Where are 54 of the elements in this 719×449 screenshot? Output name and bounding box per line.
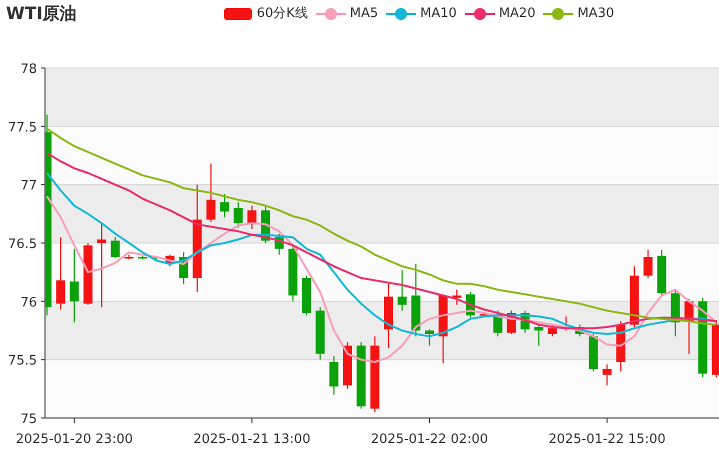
candlestick (356, 342, 366, 409)
candlestick (602, 364, 612, 386)
x-axis-label: 2025-01-21 13:00 (193, 432, 310, 447)
candlestick (124, 254, 134, 260)
candlestick (480, 313, 489, 316)
candlestick (274, 234, 284, 255)
candlestick (520, 310, 530, 333)
legend-candle-icon[interactable] (222, 7, 253, 21)
candlestick (179, 252, 188, 284)
legend-line-icon[interactable] (464, 7, 495, 21)
x-axis-label: 2025-01-22 15:00 (548, 432, 666, 447)
candlestick (138, 256, 148, 260)
candlestick (329, 356, 338, 395)
legend-label[interactable]: 60分K线 (256, 4, 308, 24)
candlestick (424, 329, 434, 346)
y-axis-label: 78 (20, 62, 37, 77)
candlestick (575, 324, 584, 336)
chart-title: WTI原油 (6, 6, 77, 22)
legend-line-icon[interactable] (543, 7, 574, 21)
candlestick (398, 270, 407, 311)
candlestick (220, 194, 230, 218)
legend-label[interactable]: MA10 (420, 4, 457, 24)
candlestick (438, 296, 448, 364)
candlestick (452, 290, 462, 305)
candlestick (644, 250, 653, 278)
candlestick (110, 237, 120, 258)
legend-line-icon[interactable] (316, 7, 346, 21)
candlestick (493, 310, 502, 336)
candlestick (548, 324, 557, 336)
candlestick (657, 250, 666, 296)
candlestick (247, 206, 256, 229)
candlestick (165, 254, 174, 266)
legend-label[interactable]: MA5 (350, 4, 378, 24)
candlestick (616, 321, 626, 372)
candlestick (534, 324, 544, 346)
candlestick (684, 299, 694, 354)
legend-label[interactable]: MA30 (577, 4, 614, 24)
x-axis-label: 2025-01-22 02:00 (370, 432, 488, 447)
y-axis-label: 76 (20, 295, 37, 310)
y-axis-label: 75.5 (8, 354, 37, 369)
y-axis-label: 76.5 (8, 237, 37, 252)
candlestick (670, 290, 680, 336)
x-axis-label: 2025-01-20 23:00 (16, 432, 133, 447)
candlestick (384, 284, 393, 348)
y-axis-label: 77.5 (8, 120, 37, 136)
candlestick (302, 276, 312, 316)
legend-line-icon[interactable] (386, 7, 416, 21)
legend-label[interactable]: MA20 (498, 4, 536, 24)
candlestick (206, 164, 216, 222)
y-axis-label: 77 (20, 178, 37, 194)
candlestick (234, 202, 243, 228)
candlestick (343, 342, 352, 389)
y-axis-label: 75 (20, 412, 37, 427)
candlestick (316, 307, 325, 360)
